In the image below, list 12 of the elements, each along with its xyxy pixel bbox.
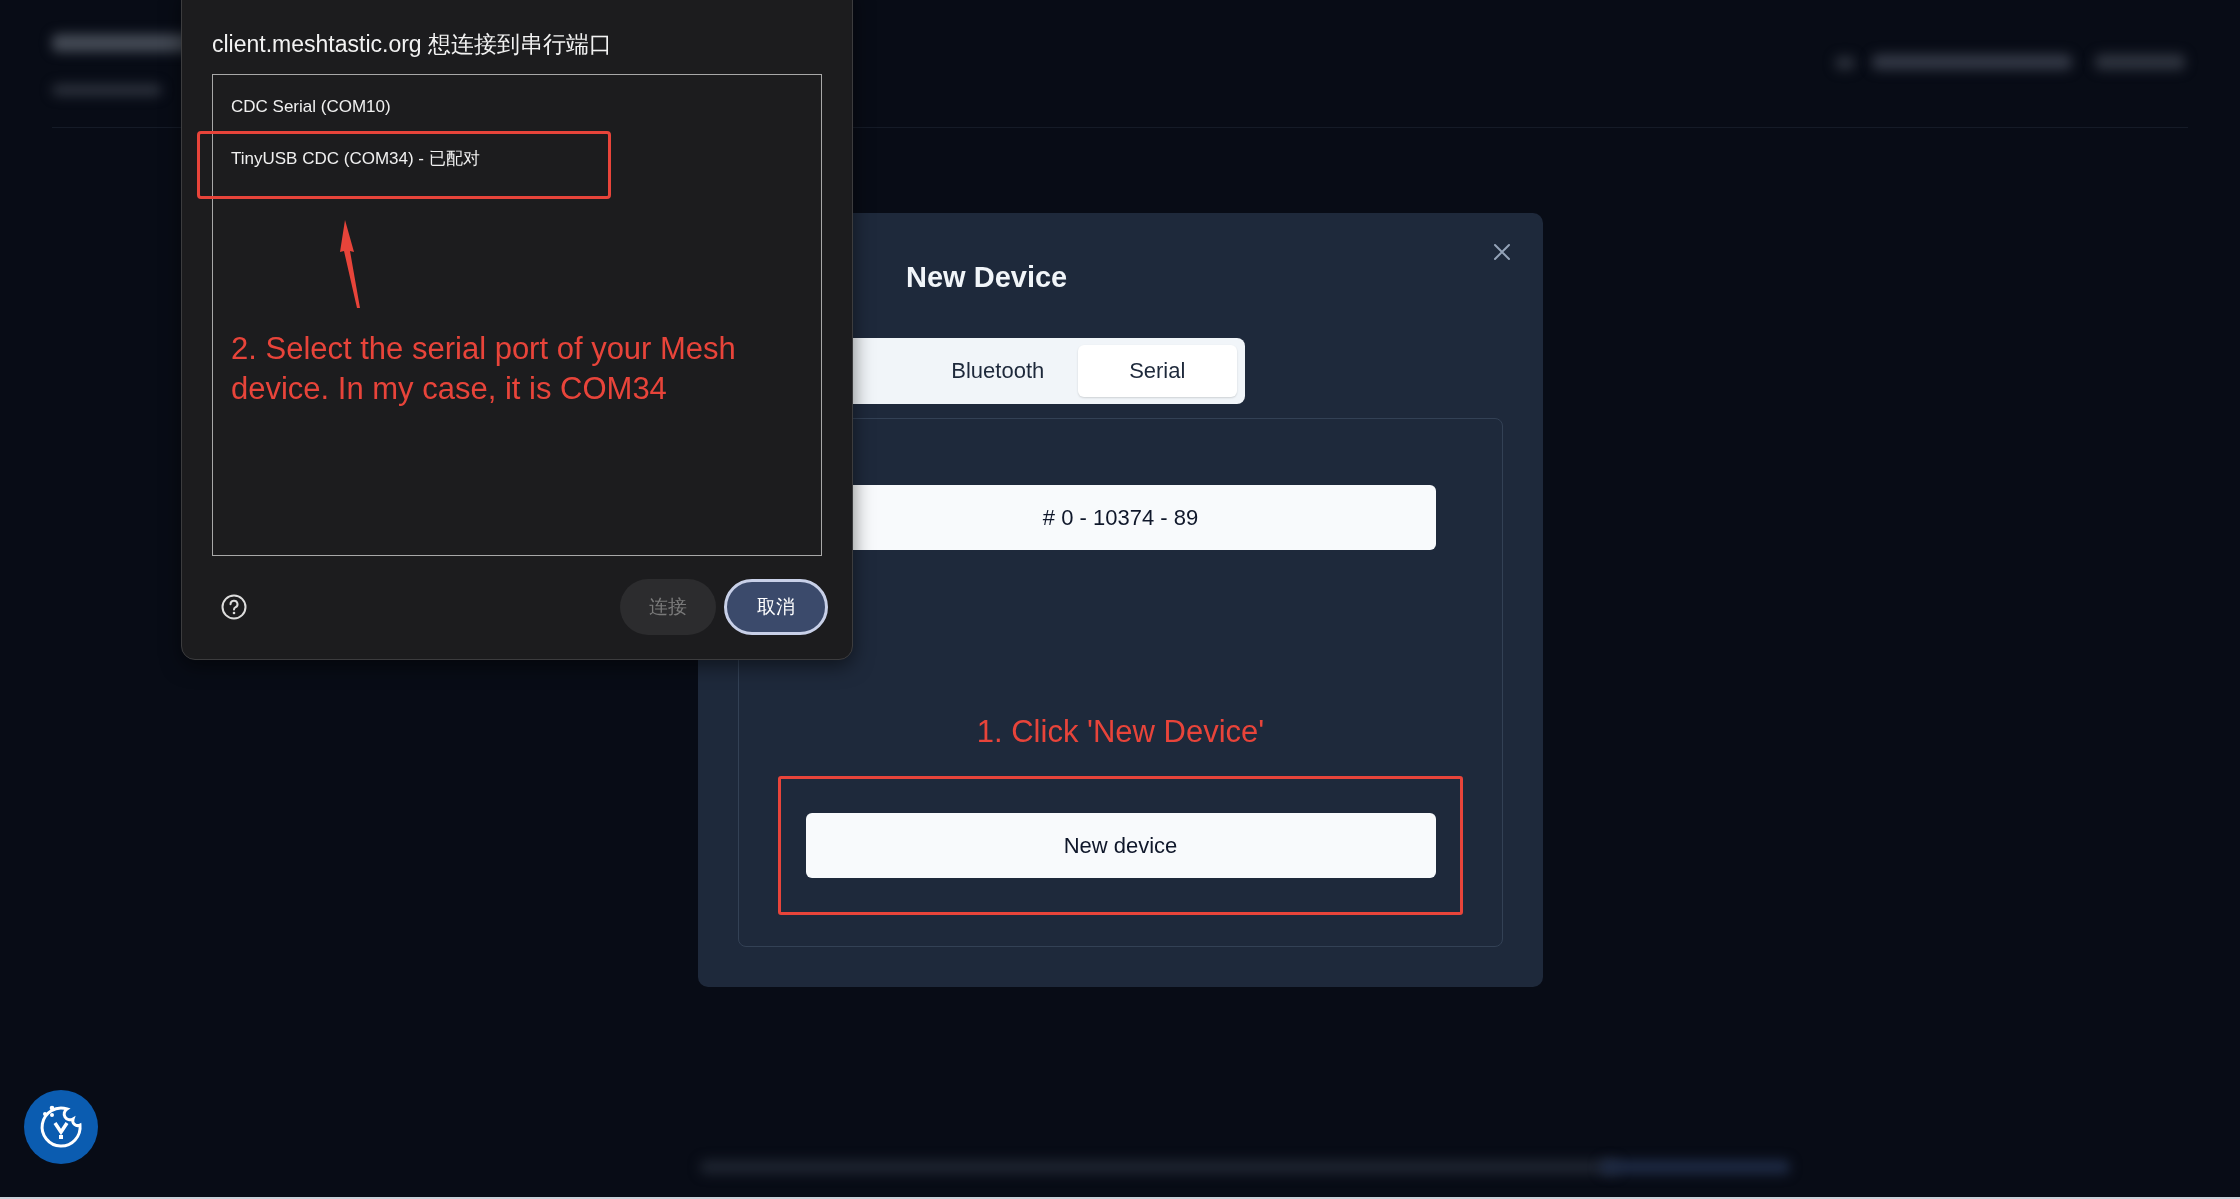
cancel-button[interactable]: 取消 (724, 579, 828, 635)
close-icon[interactable] (1493, 243, 1511, 261)
dialog-title: client.meshtastic.org 想连接到串行端口 (212, 30, 614, 59)
new-device-button[interactable]: New device (805, 813, 1436, 878)
dialog-title: New Device (906, 260, 1069, 295)
tab[interactable]: Bluetooth (918, 345, 1078, 397)
annotation-text: 2. Select the serial port of your Mesh device. In my case, it is COM34 (231, 330, 737, 408)
help-icon[interactable] (221, 594, 247, 620)
tab[interactable]: Serial (1077, 345, 1237, 397)
port-item[interactable]: CDC Serial (COM10) (213, 81, 821, 133)
port-item[interactable]: TinyUSB CDC (COM34) - 已配对 (213, 133, 821, 185)
annotation-text: 1. Click 'New Device' (976, 713, 1265, 751)
